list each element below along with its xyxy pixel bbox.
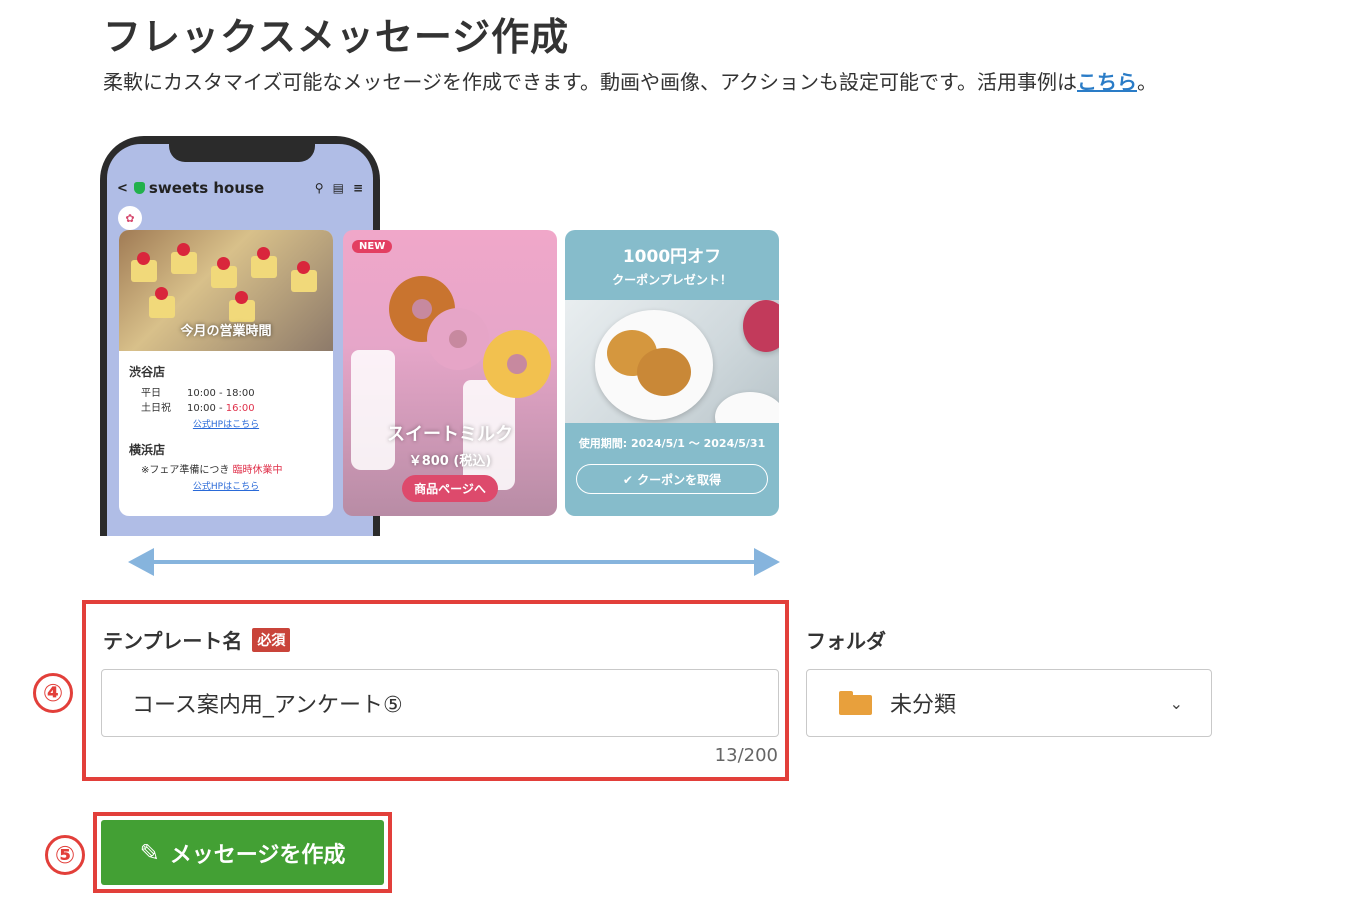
coupon-headline: 1000円オフ (622, 247, 722, 267)
closed-notice: 臨時休業中 (232, 465, 283, 477)
pancake-image (565, 300, 779, 423)
verified-shield-icon (133, 182, 145, 194)
coupon-subline: クーポンプレゼント！ (612, 273, 732, 287)
donut-image (483, 330, 551, 398)
description-text: 柔軟にカスタマイズ可能なメッセージを作成できます。動画や画像、アクションも設定可… (103, 70, 1077, 94)
holiday-hours-end: 16:00 (225, 403, 255, 415)
coupon-period: 使用期間: 2024/5/1 〜 2024/5/31 (578, 437, 766, 450)
description-end: 。 (1137, 70, 1157, 94)
template-name-label: テンプレート名 必須 (103, 625, 291, 654)
create-message-label: メッセージを作成 (169, 842, 346, 868)
product-page-button: 商品ページへ (402, 475, 498, 502)
account-name: sweets house (148, 179, 265, 197)
new-badge: NEW (352, 240, 393, 253)
folder-value: 未分類 (890, 693, 957, 718)
weekday-label: 平日 (141, 387, 161, 399)
pencil-icon: ✎ (139, 838, 160, 867)
store-name-shibuya: 渋谷店 (129, 365, 166, 379)
hours-card: 今月の営業時間 渋谷店 平日 10:00 - 18:00 土日祝 10:00 - 1… (119, 230, 333, 516)
coupon-header: 1000円オフ クーポンプレゼント！ (565, 230, 779, 300)
official-site-link: 公式HPはこちら (192, 419, 260, 430)
chat-header: < sweets house ⚲ ▤ ≡ (117, 177, 363, 199)
donut-image (427, 308, 489, 370)
step-5-marker: ⑤ (45, 835, 85, 875)
official-site-link-2: 公式HPはこちら (192, 481, 260, 492)
cake-image: 今月の営業時間 (119, 230, 333, 351)
required-badge: 必須 (252, 627, 291, 652)
holiday-hours-start: 10:00 - (187, 403, 226, 415)
template-name-value: コース案内用_アンケート⑤ (132, 693, 403, 718)
weekday-hours: 10:00 - 18:00 (187, 387, 255, 399)
page-description: 柔軟にカスタマイズ可能なメッセージを作成できます。動画や画像、アクションも設定可… (103, 66, 1157, 95)
step-4-marker: ④ (33, 673, 73, 713)
folder-select[interactable]: 未分類 ⌄ (806, 669, 1212, 737)
product-price: ￥800 (税込) (408, 454, 492, 469)
store-name-yokohama: 横浜店 (129, 442, 166, 457)
phone-notch (169, 144, 315, 162)
product-name: スイートミルク (387, 424, 513, 445)
examples-link[interactable]: こちら (1077, 70, 1137, 94)
holiday-label: 土日祝 (141, 403, 171, 415)
page-title: フレックスメッセージ作成 (103, 15, 570, 59)
hours-body: 渋谷店 平日 10:00 - 18:00 土日祝 10:00 - 16:00 公式H… (119, 351, 333, 515)
folder-icon (839, 691, 872, 715)
char-counter: 13/200 (714, 745, 778, 766)
notice-text: ※フェア準備につき (141, 465, 233, 477)
menu-icon: ≡ (352, 181, 363, 195)
search-icon: ⚲ (314, 181, 324, 195)
hours-caption: 今月の営業時間 (180, 324, 272, 339)
chevron-down-icon: ⌄ (1169, 693, 1183, 713)
notes-icon: ▤ (332, 181, 344, 195)
flex-message-preview: < sweets house ⚲ ▤ ≡ ✿ 今月の営業時間 渋谷店 平日 10… (100, 136, 790, 581)
candy-avatar-icon: ✿ (118, 206, 142, 230)
folder-label: フォルダ (806, 629, 886, 653)
template-name-input[interactable]: コース案内用_アンケート⑤ (101, 669, 779, 737)
back-icon: < (117, 180, 128, 196)
get-coupon-button: ✔ クーポンを取得 (576, 464, 768, 494)
horizontal-scroll-arrow-icon (128, 548, 780, 576)
create-message-button[interactable]: ✎ メッセージを作成 (101, 820, 384, 885)
template-name-label-text: テンプレート名 (103, 629, 243, 653)
product-info: スイートミルク ￥800 (税込) 商品ページへ (343, 420, 557, 502)
product-card: NEW スイートミルク ￥800 (税込) 商品ページへ (343, 230, 557, 516)
coupon-card: 1000円オフ クーポンプレゼント！ 使用期間: 2024/5/1 〜 2024… (565, 230, 779, 516)
